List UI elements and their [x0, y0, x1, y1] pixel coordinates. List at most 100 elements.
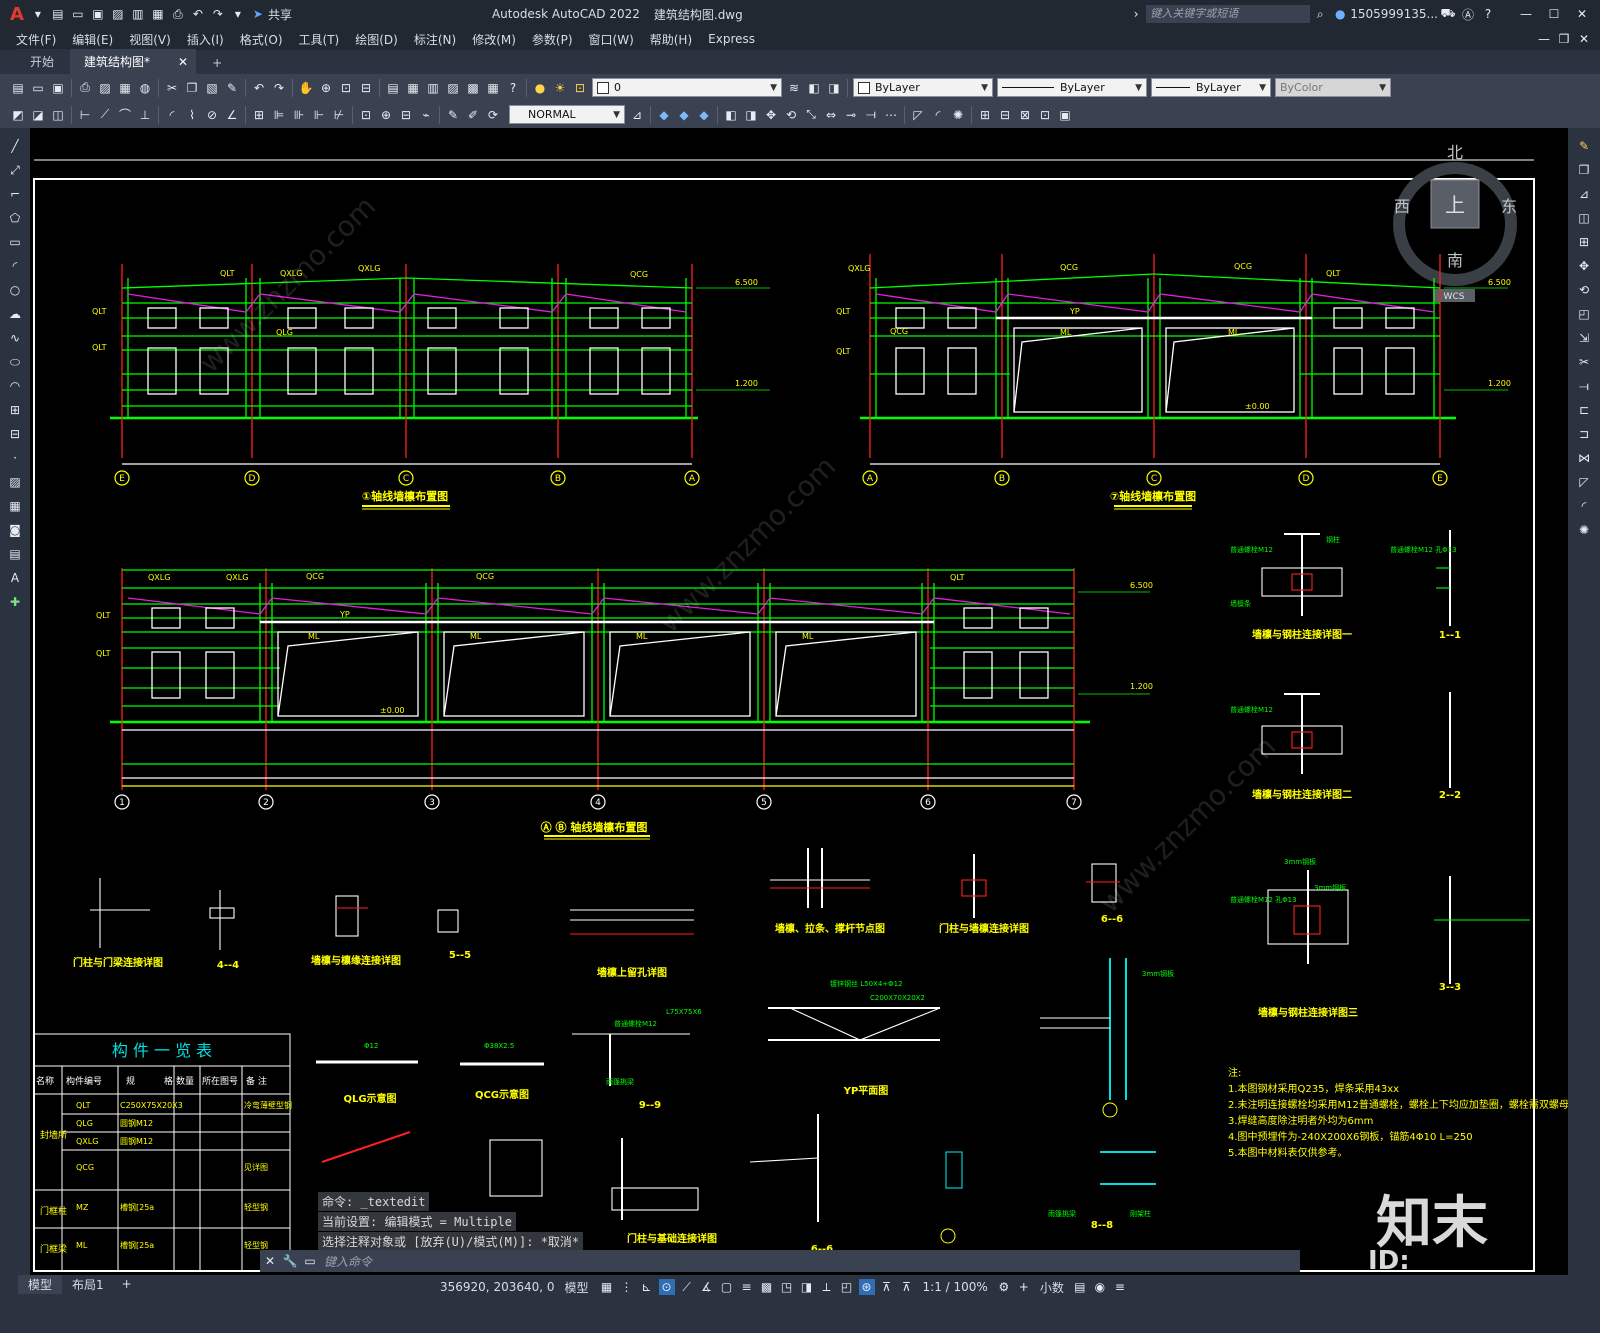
xref-icon[interactable]: ⊡ — [1037, 107, 1053, 123]
osnap-icon[interactable]: ▢ — [719, 1279, 735, 1295]
rotate-icon[interactable]: ⟲ — [1576, 282, 1592, 298]
close-command-icon[interactable]: ✕ — [262, 1253, 278, 1269]
match-properties-icon[interactable]: ✎ — [224, 80, 240, 96]
new-tab-button[interactable]: + — [198, 52, 237, 74]
region-icon[interactable]: ◙ — [7, 522, 23, 538]
break-at-point-icon[interactable]: ⊏ — [1576, 402, 1592, 418]
doc-close-icon[interactable]: ✕ — [1576, 31, 1592, 47]
dim-edit-icon[interactable]: ✎ — [445, 107, 461, 123]
layer-properties-icon[interactable]: ≋ — [786, 80, 802, 96]
3d-osnap-icon[interactable]: ◨ — [799, 1279, 815, 1295]
ortho-icon[interactable]: ⊾ — [639, 1279, 655, 1295]
mirror-icon[interactable]: ⊿ — [1576, 186, 1592, 202]
spline-icon[interactable]: ∿ — [7, 330, 23, 346]
dropdown-icon[interactable]: ▾ — [30, 6, 46, 22]
drawing-canvas[interactable]: 上 北 南 东 西 WCS 6.500 1.200 QLT QLT QLT QX… — [30, 128, 1568, 1275]
zoom-window-icon[interactable]: ⊡ — [338, 80, 354, 96]
menu-help[interactable]: 帮助(H) — [650, 31, 692, 48]
share-label[interactable]: 共享 — [268, 6, 292, 23]
layout-tab-model[interactable]: 模型 — [18, 1274, 63, 1294]
menu-modify[interactable]: 修改(M) — [472, 31, 516, 48]
ordinate-dim-icon[interactable]: ⊥ — [137, 107, 153, 123]
array-icon[interactable]: ◨ — [743, 107, 759, 123]
maximize-icon[interactable]: ☐ — [1546, 6, 1562, 22]
zoom-realtime-icon[interactable]: ⊕ — [318, 80, 334, 96]
add-layout-button[interactable]: + — [114, 1276, 140, 1292]
menu-express[interactable]: Express — [708, 32, 755, 46]
revcloud-icon[interactable]: ☁ — [7, 306, 23, 322]
units-display[interactable]: 小数 — [1040, 1279, 1064, 1296]
offset-icon[interactable]: ◧ — [723, 107, 739, 123]
move-icon[interactable]: ✥ — [763, 107, 779, 123]
undo-icon[interactable]: ↶ — [251, 80, 267, 96]
table-icon[interactable]: ▤ — [7, 546, 23, 562]
lineweight-icon[interactable]: ≡ — [739, 1279, 755, 1295]
snap-icon[interactable]: ⋮ — [619, 1279, 635, 1295]
menu-dimension[interactable]: 标注(N) — [414, 31, 456, 48]
layer-previous-icon[interactable]: ◨ — [826, 80, 842, 96]
grid-icon[interactable]: ▦ — [599, 1279, 615, 1295]
zoom-previous-icon[interactable]: ⊟ — [358, 80, 374, 96]
make-block-icon[interactable]: ⊟ — [7, 426, 23, 442]
rotate-icon[interactable]: ⟲ — [783, 107, 799, 123]
paste-icon[interactable]: ▧ — [204, 80, 220, 96]
baseline-dim-icon[interactable]: ⊫ — [271, 107, 287, 123]
insert-block-icon[interactable]: ⊞ — [7, 402, 23, 418]
dim-text-edit-icon[interactable]: ✐ — [465, 107, 481, 123]
polar-icon[interactable]: ⊙ — [658, 1279, 675, 1295]
web-mobile-icon[interactable]: ▥ — [130, 6, 146, 22]
explode-icon[interactable]: ✺ — [950, 107, 966, 123]
annotation-scale[interactable]: 1:1 / 100% — [923, 1280, 988, 1294]
attribute-icon[interactable]: ⊠ — [1017, 107, 1033, 123]
model-space-toggle[interactable]: 模型 — [565, 1279, 589, 1296]
block-icon[interactable]: ⊞ — [977, 107, 993, 123]
stretch-icon[interactable]: ⇔ — [823, 107, 839, 123]
command-prompt-icon[interactable]: ▭ — [302, 1253, 318, 1269]
ellipse-arc-icon[interactable]: ◠ — [7, 378, 23, 394]
pan-icon[interactable]: ✋ — [298, 80, 314, 96]
open-icon[interactable]: ▭ — [30, 80, 46, 96]
new-file-icon[interactable]: ▤ — [50, 6, 66, 22]
erase-icon[interactable]: ◆ — [656, 107, 672, 123]
mtext-icon[interactable]: A — [7, 570, 23, 586]
copy-icon[interactable]: ❐ — [184, 80, 200, 96]
workspace-gear-icon[interactable]: ⚙ — [996, 1279, 1012, 1295]
properties-icon[interactable]: ▤ — [385, 80, 401, 96]
command-input[interactable]: 键入命令 — [324, 1253, 372, 1270]
quick-properties-icon[interactable]: ▤ — [1072, 1279, 1088, 1295]
help-icon[interactable]: ? — [1480, 6, 1496, 22]
break-icon[interactable]: ⊐ — [1576, 426, 1592, 442]
publish-icon[interactable]: ▦ — [117, 80, 133, 96]
extend-icon[interactable]: ⟞ — [863, 107, 879, 123]
customization-icon[interactable]: ≡ — [1112, 1279, 1128, 1295]
insert-icon[interactable]: ⊟ — [997, 107, 1013, 123]
user-name[interactable]: 1505999135... — [1350, 7, 1438, 21]
dim-space-icon[interactable]: ⊩ — [311, 107, 327, 123]
center-mark-icon[interactable]: ⊕ — [378, 107, 394, 123]
dim-break-icon[interactable]: ⊬ — [331, 107, 347, 123]
menu-format[interactable]: 格式(O) — [240, 31, 283, 48]
transparency-icon[interactable]: ▩ — [759, 1279, 775, 1295]
autocad-logo-icon[interactable]: A — [10, 4, 24, 25]
help-icon[interactable]: ? — [505, 80, 521, 96]
open-web-icon[interactable]: ▦ — [150, 6, 166, 22]
polyline-icon[interactable]: ⌐ — [7, 186, 23, 202]
user-icon[interactable]: ● — [1332, 6, 1348, 22]
tool-icon[interactable]: ◩ — [10, 107, 26, 123]
trim-icon[interactable]: ⊸ — [843, 107, 859, 123]
calculator-icon[interactable]: ▦ — [485, 80, 501, 96]
sheet-set-icon[interactable]: ▨ — [445, 80, 461, 96]
selection-cycling-icon[interactable]: ◳ — [779, 1279, 795, 1295]
trim-icon[interactable]: ✂ — [1576, 354, 1592, 370]
redo-icon[interactable]: ↷ — [271, 80, 287, 96]
tolerance-icon[interactable]: ⊡ — [358, 107, 374, 123]
search-input[interactable]: 键入关键字或短语 — [1146, 5, 1311, 23]
undo-icon[interactable]: ↶ — [190, 6, 206, 22]
tool-icon[interactable]: ◫ — [50, 107, 66, 123]
autodesk-app-icon[interactable]: Ⓐ — [1460, 6, 1476, 22]
dimstyle-dropdown[interactable]: NORMAL ▼ — [509, 105, 625, 124]
extend-icon[interactable]: ⟞ — [1576, 378, 1592, 394]
search-icon[interactable]: ⌕ — [1312, 6, 1328, 22]
copy-object-icon[interactable]: ◆ — [676, 107, 692, 123]
tab-drawing[interactable]: 建筑结构图* ✕ — [70, 49, 197, 74]
